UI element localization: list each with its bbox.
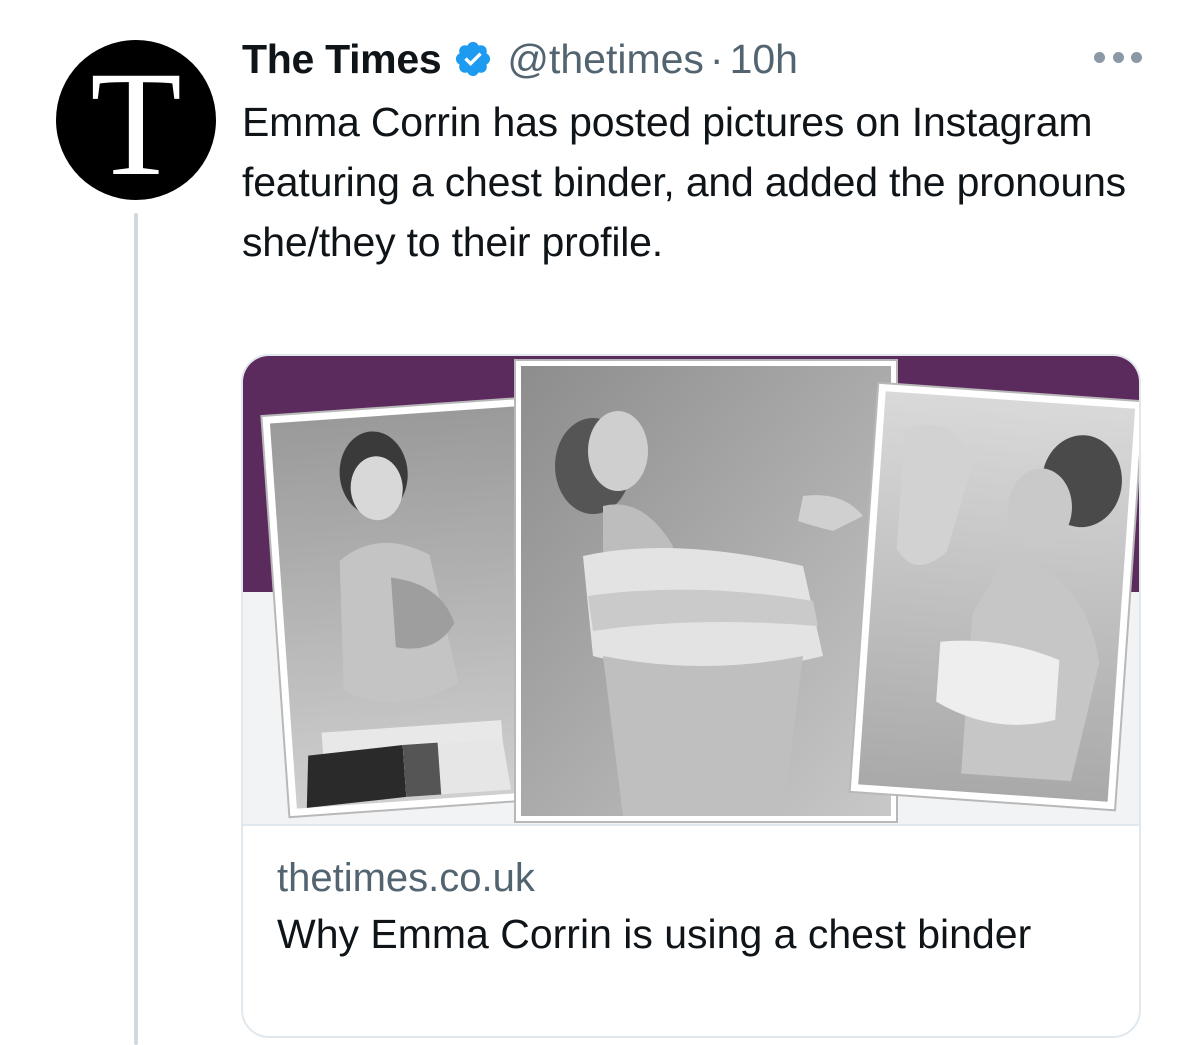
verified-badge-icon xyxy=(453,39,493,79)
avatar[interactable]: T xyxy=(56,40,216,200)
thread-connector-line xyxy=(134,213,138,1045)
header-separator: · xyxy=(709,35,724,82)
card-title: Why Emma Corrin is using a chest binder xyxy=(277,911,1032,957)
more-dot xyxy=(1094,51,1105,63)
more-dot xyxy=(1112,51,1124,63)
tweet[interactable]: T The Times @thetimes · 10h Emma Corrin … xyxy=(0,0,1200,1045)
center-portrait-photo xyxy=(514,359,898,823)
left-portrait-photo xyxy=(260,396,558,819)
tweet-text: Emma Corrin has posted pictures on Insta… xyxy=(242,99,1126,265)
more-dot xyxy=(1131,51,1142,63)
card-image[interactable] xyxy=(243,356,1139,824)
photo-collage-image xyxy=(260,359,1139,823)
card-divider xyxy=(243,824,1139,826)
tweet-timestamp[interactable]: 10h xyxy=(730,36,798,83)
user-handle[interactable]: @thetimes xyxy=(507,36,704,83)
right-portrait-photo xyxy=(848,381,1139,812)
tweet-header: The Times @thetimes · 10h xyxy=(242,30,798,88)
display-name[interactable]: The Times xyxy=(242,36,442,83)
card-domain: thetimes.co.uk xyxy=(277,856,535,900)
link-preview-card[interactable]: thetimes.co.uk Why Emma Corrin is using … xyxy=(241,354,1141,1038)
avatar-logo-letter: T xyxy=(90,41,182,200)
more-options-icon[interactable] xyxy=(1094,44,1142,70)
